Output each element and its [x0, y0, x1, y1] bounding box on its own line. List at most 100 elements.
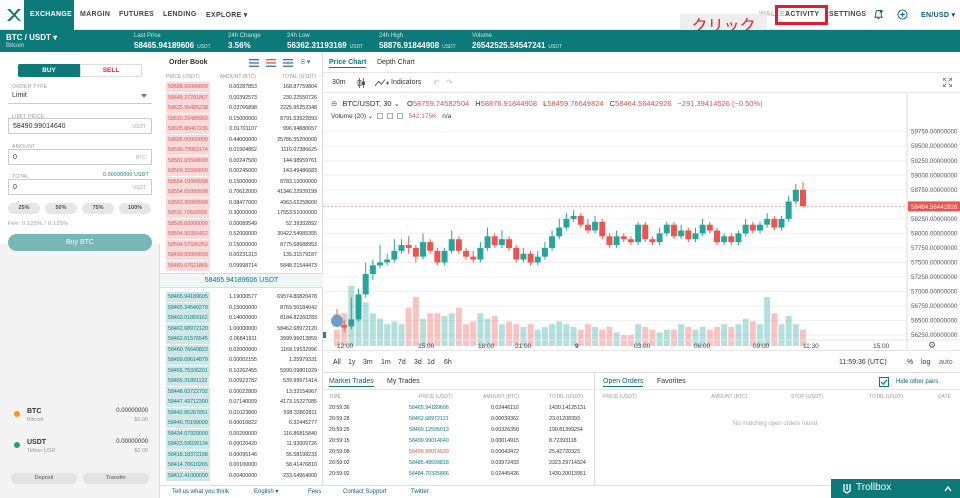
trade-row[interactable]: 20:59:28 58462.68972121 0.00039362 23.01208…: [323, 415, 593, 425]
ask-row[interactable]: 58511.70600000 0.30000000 17553.51000000: [160, 208, 323, 219]
undo-icon[interactable]: ↶: [433, 78, 440, 87]
candle-style-icon[interactable]: [357, 78, 366, 88]
bid-row[interactable]: 58434.07920000 0.00200000 116.86815840: [160, 428, 323, 439]
wallet-row[interactable]: BTC Bitcoin 0.00000000 $0.00: [0, 405, 160, 435]
bid-row[interactable]: 58462.61576545 0.06841911 3999.96013859: [160, 334, 323, 345]
legend-collapse-icon[interactable]: ⊖: [331, 99, 337, 108]
bid-row[interactable]: 58418.18372198 0.00095146 55.58198233: [160, 449, 323, 460]
add-circle-icon[interactable]: [897, 9, 908, 20]
range-All[interactable]: All: [333, 359, 341, 366]
trade-row[interactable]: 20:59:02 58484.70325866 0.02445426 1430.200…: [323, 470, 593, 480]
tab-open-orders[interactable]: Open Orders: [603, 378, 644, 387]
bid-row[interactable]: 58460.76649823 0.02000000 1169.19532996: [160, 344, 323, 355]
book-both-view-icon[interactable]: [249, 59, 259, 67]
order-type-select[interactable]: Limit: [8, 88, 152, 104]
ask-row[interactable]: 58581.65568000 0.00247500 144.98959761: [160, 155, 323, 166]
indicators-icon[interactable]: [375, 78, 389, 88]
tab-depth-chart[interactable]: Depth Chart: [377, 59, 415, 66]
ask-row[interactable]: 58569.33340000 0.00245000 143.49486683: [160, 166, 323, 177]
limit-price-input[interactable]: 58490.99014640 USDT: [8, 118, 152, 134]
locale-selector[interactable]: EN/USD ▾: [921, 11, 955, 19]
range-1d[interactable]: 1d: [427, 359, 435, 366]
exchange-logo-icon[interactable]: [6, 7, 22, 23]
ask-row[interactable]: 58499.00000000 0.00231313 135.31579187: [160, 250, 323, 261]
wallet-row[interactable]: USDT Tether USD 0.00000000 $0.00: [0, 436, 160, 466]
trade-row[interactable]: 20:59:02 58485.49599818 0.03972433 2323.297…: [323, 459, 593, 469]
bid-row[interactable]: 58465.34540279 0.15000000 8769.50184042: [160, 302, 323, 313]
bid-row[interactable]: 58456.75336201 0.10262455 5999.09801029: [160, 365, 323, 376]
log-scale-toggle[interactable]: log: [921, 359, 930, 366]
bid-row[interactable]: 58448.63722792 0.00022809 13.33154967: [160, 386, 323, 397]
tab-price-chart[interactable]: Price Chart: [329, 59, 367, 68]
bid-row[interactable]: 58465.94189605 1.19000577 69574.80820478: [160, 292, 323, 303]
bid-row[interactable]: 58412.41000000 0.00400000 233.64964000: [160, 470, 323, 481]
bid-row[interactable]: 58459.09614879 0.00002155 1.25979331: [160, 355, 323, 366]
pct-100-button[interactable]: 100%: [119, 203, 151, 214]
pair-selector[interactable]: BTC / USDT ▾: [6, 33, 57, 42]
footer-feedback-link[interactable]: Tell us what you think: [172, 486, 229, 498]
redo-icon[interactable]: ↷: [446, 78, 453, 87]
range-1m[interactable]: 1m: [381, 359, 391, 366]
pct-25-button[interactable]: 25%: [8, 203, 40, 214]
footer-twitter-link[interactable]: Twitter: [411, 486, 429, 498]
book-asks-view-icon[interactable]: [266, 59, 276, 67]
ask-row[interactable]: 58625.55485238 0.03766898 2225.95252348: [160, 103, 323, 114]
interval-selector[interactable]: 30m: [332, 79, 346, 86]
sell-tab[interactable]: SELL: [80, 64, 142, 77]
range-7d[interactable]: 7d: [398, 359, 406, 366]
hide-other-pairs-label[interactable]: Hide other pairs: [896, 379, 938, 385]
bell-icon[interactable]: [873, 9, 884, 20]
nav-item-futures[interactable]: FUTURES: [119, 11, 154, 18]
trollbox-bar[interactable]: Trollbox: [831, 479, 960, 498]
bid-row[interactable]: 58462.68972120 1.00000000 58462.68972120: [160, 323, 323, 334]
ask-row[interactable]: 58610.23485950 0.15000000 8791.53522893: [160, 113, 323, 124]
footer-language-select[interactable]: English ▾: [254, 486, 278, 498]
range-1y[interactable]: 1y: [348, 359, 355, 366]
price-chart-svg[interactable]: 59750.00000000 59500.00000000 59250.000000…: [323, 93, 960, 350]
fullscreen-icon[interactable]: [943, 78, 952, 87]
total-available[interactable]: 0.00000000 USDT: [103, 172, 149, 178]
bid-row[interactable]: 58414.70610265 0.00100000 58.41476810: [160, 460, 323, 471]
trade-row[interactable]: 20:59:15 58490.99014640 0.00014915 8.723931…: [323, 437, 593, 447]
transfer-button[interactable]: Transfer: [83, 473, 149, 484]
ask-row[interactable]: 58508.00000000 0.00089549 52.39332892: [160, 218, 323, 229]
range-3m[interactable]: 3m: [363, 359, 373, 366]
checkbox-checked-icon[interactable]: [879, 377, 889, 387]
ask-row[interactable]: 58554.19999998 0.15000000 8783.13000000: [160, 176, 323, 187]
percent-scale-toggle[interactable]: %: [907, 359, 913, 366]
nav-item-lending[interactable]: LENDING: [163, 11, 197, 18]
tab-favorites[interactable]: Favorites: [657, 378, 686, 385]
pct-50-button[interactable]: 50%: [45, 203, 77, 214]
ask-row[interactable]: 58645.27291867 0.00392573 230.22550726: [160, 92, 323, 103]
buy-submit-button[interactable]: Buy BTC: [8, 234, 152, 251]
ask-row[interactable]: 58554.09999998 0.70612000 41346.22939199: [160, 187, 323, 198]
volume-hide-icon[interactable]: [386, 113, 393, 120]
amount-input[interactable]: 0 BTC: [8, 149, 152, 165]
footer-fees-link[interactable]: Fees: [308, 486, 321, 498]
book-bids-view-icon[interactable]: [283, 59, 293, 67]
pct-75-button[interactable]: 75%: [82, 203, 114, 214]
bid-row[interactable]: 58423.59930134 0.00020420 11.93009726: [160, 439, 323, 450]
nav-item-explore[interactable]: EXPLORE ▾: [206, 11, 248, 19]
trade-row[interactable]: 20:59:25 58469.12595013 0.00326350 190.8139…: [323, 426, 593, 436]
ask-row[interactable]: 58504.90356452 0.52000000 30422.54985355: [160, 229, 323, 240]
bid-row[interactable]: 58442.86267851 0.01023800 598.33802811: [160, 407, 323, 418]
volume-settings-icon[interactable]: [377, 113, 384, 120]
trade-row[interactable]: 20:59:36 58465.94189606 0.02446110 1430.141…: [323, 404, 593, 414]
expand-up-icon[interactable]: [944, 485, 952, 492]
bid-row[interactable]: 58447.43712300 0.07140009 4173.15227085: [160, 397, 323, 408]
footer-support-link[interactable]: Contact Support: [343, 486, 386, 498]
depth-selector[interactable]: 8 ▾: [301, 58, 310, 66]
ask-row[interactable]: 58605.88467236 0.01701107 996.94880657: [160, 124, 323, 135]
ask-row[interactable]: 58688.00000000 0.00287853 168.87759804: [160, 82, 323, 93]
trade-row[interactable]: 20:59:08 58490.99014639 0.00043472 25.42720…: [323, 448, 593, 458]
range-3d[interactable]: 3d: [414, 359, 422, 366]
nav-settings[interactable]: SETTINGS: [829, 11, 866, 18]
tab-my-trades[interactable]: My Trades: [387, 378, 420, 385]
auto-scale-toggle[interactable]: auto: [939, 359, 953, 366]
volume-remove-icon[interactable]: [396, 113, 403, 120]
bid-row[interactable]: 58455.31891122 0.00923782 539.99971414: [160, 376, 323, 387]
ask-row[interactable]: 58504.57926352 0.15000000 8775.68688953: [160, 239, 323, 250]
total-input[interactable]: 0 USDT: [8, 179, 152, 195]
buy-tab[interactable]: BUY: [18, 64, 80, 77]
